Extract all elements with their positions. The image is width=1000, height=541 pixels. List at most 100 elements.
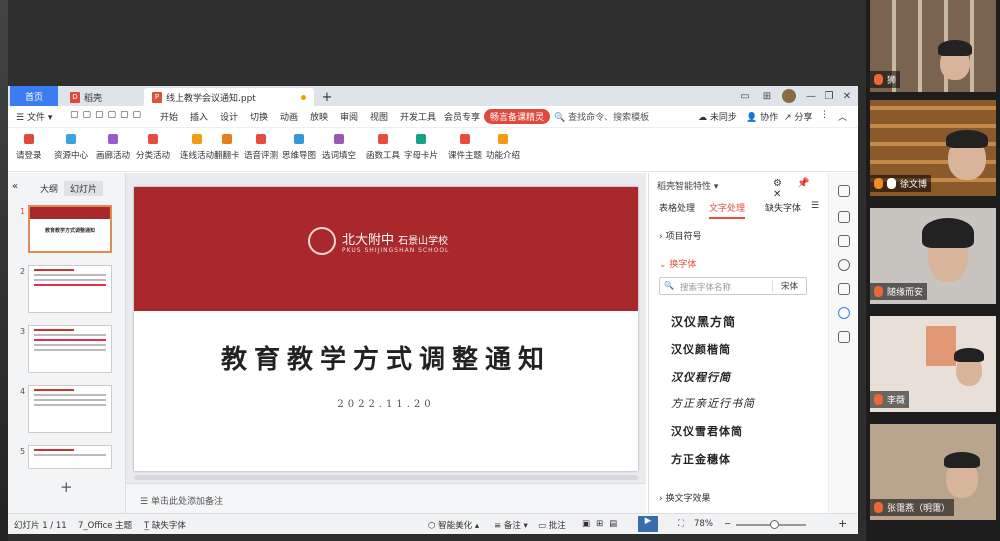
toolbar-item-5[interactable]: 翻翻卡 [214,134,240,161]
play-slideshow-button[interactable]: ▶ [638,516,658,532]
toolbar-item-0[interactable]: 请登录 [16,134,42,161]
location-icon[interactable] [838,307,850,319]
font-option[interactable]: 汉仪颜楷简 [671,341,731,357]
font-option[interactable]: 汉仪黑方简 [671,313,736,330]
menu-view[interactable]: 视图 [370,110,388,123]
menu-developer[interactable]: 开发工具 [400,110,436,123]
toolbar-item-label: 选词填空 [322,151,357,161]
menu-start[interactable]: 开始 [160,110,178,123]
zoom-in-button[interactable]: + [838,517,847,530]
missing-font-status[interactable]: T̲ 缺失字体 [144,519,186,531]
menu-slideshow[interactable]: 放映 [310,110,328,123]
notes-toggle[interactable]: ≡ 备注 ▾ [494,519,528,531]
sync-status[interactable]: ☁ 未同步 [698,110,737,123]
font-option[interactable]: 汉仪程行简 [671,369,731,385]
avatar[interactable] [782,89,796,103]
book-icon[interactable] [838,331,850,343]
panel-controls[interactable]: ⚙ 📌 ✕ [773,178,828,200]
slide-thumbnail-1[interactable]: 教育教学方式调整通知 [28,205,112,253]
minimize-icon[interactable]: — [804,89,818,103]
menu-member[interactable]: 会员专享 [444,110,480,123]
toolbar-item-10[interactable]: 字母卡片 [404,134,438,161]
font-option[interactable]: 方正金穗体 [671,451,731,467]
tab-missing-font[interactable]: 缺失字体 [765,201,801,214]
menu-design[interactable]: 设计 [220,110,238,123]
participant-tile[interactable]: 随缘而安 [870,208,996,304]
new-tab-button[interactable]: + [318,88,336,106]
layout-icon[interactable]: ▭ [738,89,752,103]
image-icon[interactable] [838,283,850,295]
tab-text[interactable]: 文字处理 [709,201,746,219]
menu-animation[interactable]: 动画 [280,110,298,123]
font-option[interactable]: 汉仪雪君体简 [671,423,743,439]
slide-thumbnail-5[interactable] [28,445,112,469]
tab-home[interactable]: 首页 [10,86,58,106]
toolbar-item-2[interactable]: 画廊活动 [96,134,130,161]
participant-tile[interactable]: 李薇 [870,316,996,412]
toolbar-item-6[interactable]: 语音评测 [244,134,278,161]
more-icon[interactable]: ⋮ [820,110,829,120]
collapse-ribbon-icon[interactable]: ︿ [838,110,847,123]
section-bullets[interactable]: › 项目符号 [659,229,701,242]
toolbar-item-11[interactable]: 课件主题 [448,134,482,161]
quick-access-icons[interactable]: ▢▢▢▢▢▢ [70,110,145,120]
participant-tile[interactable]: 狮 [870,0,996,92]
toolbar-item-4[interactable]: 连线活动 [180,134,214,161]
slide-thumbnail-4[interactable] [28,385,112,433]
ppt-file-icon: P [152,91,162,103]
copy-icon[interactable] [838,235,850,247]
toolbar-item-9[interactable]: 函数工具 [366,134,400,161]
horizontal-scrollbar[interactable] [134,475,638,480]
menu-transition[interactable]: 切换 [250,110,268,123]
screen-share-background [8,0,866,86]
current-slide[interactable]: 北大附中 石景山学校 PKUS SHIJINGSHAN SCHOOL 教育教学方… [134,187,638,471]
menu-file[interactable]: ☰ 文件 ▾ [16,110,52,123]
tab-document[interactable]: P 线上教学会议通知.ppt [144,88,314,106]
view-mode-icons[interactable]: ▣⊞▤ [582,519,623,529]
current-font[interactable]: 宋体 [772,280,798,292]
tab-outline[interactable]: 大纲 [34,181,64,196]
comments-toggle[interactable]: ▭ 批注 [538,519,566,531]
participant-hair [946,130,988,148]
restore-icon[interactable]: ❐ [822,89,836,103]
zoom-slider-handle[interactable] [770,520,779,529]
zoom-out-button[interactable]: − [724,519,731,529]
collapse-panel-icon[interactable]: « [12,181,18,192]
menu-lesson-assistant[interactable]: 畅言备课精灵 [484,109,551,124]
grid-icon[interactable]: ⊞ [760,89,774,103]
slide-title: 教育教学方式调整通知 [220,345,551,375]
share-button[interactable]: ↗ 分享 [784,110,812,123]
toolbar-item-label: 语音评测 [244,151,279,161]
toolbar-item-3[interactable]: 分类活动 [136,134,170,161]
menu-icon[interactable]: ☰ [811,201,819,211]
toolbar-item-1[interactable]: 资源中心 [54,134,88,161]
toolbar-item-8[interactable]: 选词填空 [322,134,356,161]
toolbar-item-7[interactable]: 思维导图 [282,134,316,161]
toolbar-item-12[interactable]: 功能介绍 [486,134,520,161]
menu-insert[interactable]: 插入 [190,110,208,123]
section-change-font[interactable]: ⌄ 换字体 [659,257,696,270]
pin-icon[interactable] [838,211,850,223]
slide-thumbnail-3[interactable] [28,325,112,373]
notes-area[interactable]: ☰ 单击此处添加备注 [126,483,646,513]
collaborate-button[interactable]: 👤 协作 [746,110,778,123]
close-icon[interactable]: ✕ [840,89,854,103]
add-slide-button[interactable]: + [60,478,73,496]
participant-name-label: 徐文博 [870,175,932,192]
font-option[interactable]: 方正亲近行书简 [671,395,755,411]
command-search[interactable]: 🔍 查找命令、搜索模板 [554,110,649,123]
tab-slides[interactable]: 幻灯片 [64,181,104,196]
beautify-button[interactable]: ⬡ 智能美化 ▴ [428,519,479,531]
slide-thumbnail-2[interactable] [28,265,112,313]
participant-tile[interactable]: 张霭燕（明霭） [870,424,996,520]
tab-table[interactable]: 表格处理 [659,201,695,214]
font-search-input[interactable]: 🔍 搜索字体名称 宋体 [659,277,807,295]
thumb-number: 3 [20,327,26,336]
help-icon[interactable] [838,259,850,271]
participant-tile[interactable]: 徐文博 [870,100,996,196]
section-text-effect[interactable]: › 换文字效果 [659,491,710,504]
tab-docer[interactable]: D 稻壳 [62,88,122,106]
settings-sliders-icon[interactable] [838,185,850,197]
menu-review[interactable]: 审阅 [340,110,358,123]
fit-window-icon[interactable]: ⛶ [678,519,684,529]
